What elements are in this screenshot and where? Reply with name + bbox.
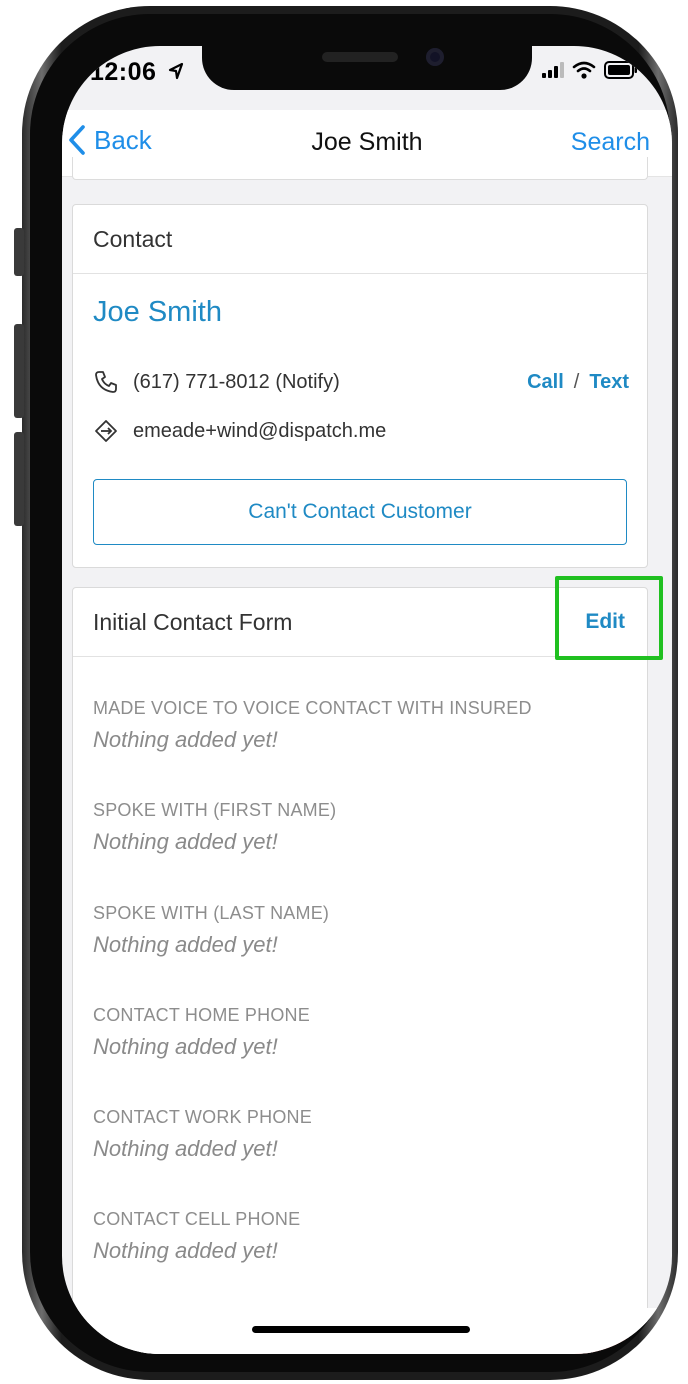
- field-value: Nothing added yet!: [93, 932, 278, 957]
- mute-switch: [14, 228, 24, 276]
- field-value: Nothing added yet!: [93, 829, 278, 854]
- contact-card: Contact Joe Smith (617) 771-8012 (Notify…: [72, 204, 648, 568]
- call-link[interactable]: Call: [527, 371, 564, 394]
- phone-icon: [93, 369, 119, 395]
- cant-contact-customer-button[interactable]: Can't Contact Customer: [93, 479, 627, 545]
- field-value: Nothing added yet!: [93, 727, 278, 752]
- form-field: SPOKE WITH (FIRST NAME) Nothing added ye…: [93, 800, 627, 855]
- status-time: 12:06: [90, 58, 184, 87]
- form-field: CONTACT HOME PHONE Nothing added yet!: [93, 1005, 627, 1060]
- front-camera: [426, 48, 444, 66]
- signal-icon: [542, 62, 564, 78]
- form-field: MADE VOICE TO VOICE CONTACT WITH INSURED…: [93, 698, 627, 753]
- text-link[interactable]: Text: [589, 371, 629, 394]
- home-indicator[interactable]: [252, 1326, 470, 1333]
- location-arrow-icon: [168, 62, 184, 80]
- contact-card-header: Contact: [73, 205, 647, 274]
- status-icons: [542, 60, 638, 80]
- form-field: CONTACT CELL PHONE Nothing added yet!: [93, 1209, 627, 1264]
- screen: 12:06 Back Joe Smith Search Contact Joe …: [62, 46, 672, 1354]
- tag-icon: [93, 418, 119, 444]
- phone-number: (617) 771-8012 (Notify): [133, 370, 340, 393]
- volume-down-button: [14, 432, 24, 526]
- field-label: CONTACT CELL PHONE: [93, 1209, 301, 1229]
- content-scroll[interactable]: Contact Joe Smith (617) 771-8012 (Notify…: [62, 157, 672, 1354]
- field-value: Nothing added yet!: [93, 1238, 278, 1263]
- notch: [202, 46, 532, 90]
- field-label: CONTACT WORK PHONE: [93, 1107, 312, 1127]
- field-label: SPOKE WITH (FIRST NAME): [93, 800, 337, 820]
- status-time-text: 12:06: [90, 58, 157, 86]
- email-row: emeade+wind@dispatch.me: [93, 418, 629, 444]
- form-field: CONTACT WORK PHONE Nothing added yet!: [93, 1107, 627, 1162]
- contact-name-link[interactable]: Joe Smith: [93, 296, 222, 329]
- battery-icon: [604, 61, 637, 79]
- form-field: SPOKE WITH (LAST NAME) Nothing added yet…: [93, 903, 627, 958]
- link-separator: /: [573, 370, 580, 393]
- edit-highlight-box: [555, 576, 663, 660]
- field-label: CONTACT HOME PHONE: [93, 1005, 310, 1025]
- field-label: MADE VOICE TO VOICE CONTACT WITH INSURED: [93, 698, 532, 718]
- wifi-icon: [572, 61, 596, 79]
- field-value: Nothing added yet!: [93, 1034, 278, 1059]
- initial-contact-form-card: Initial Contact Form Edit MADE VOICE TO …: [72, 587, 648, 1354]
- field-label: SPOKE WITH (LAST NAME): [93, 903, 330, 923]
- phone-row: (617) 771-8012 (Notify) Call / Text: [93, 369, 629, 395]
- previous-card-edge: [72, 157, 648, 180]
- search-button[interactable]: Search: [571, 128, 650, 157]
- volume-up-button: [14, 324, 24, 418]
- field-value: Nothing added yet!: [93, 1136, 278, 1161]
- form-card-title: Initial Contact Form: [93, 608, 293, 635]
- speaker: [322, 52, 398, 62]
- email-address: emeade+wind@dispatch.me: [133, 419, 387, 442]
